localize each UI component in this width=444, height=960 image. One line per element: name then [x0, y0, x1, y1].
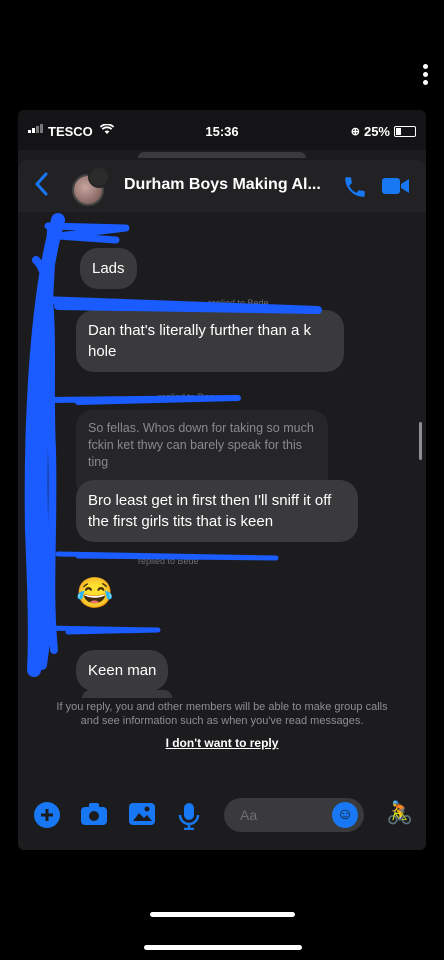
back-chevron-icon[interactable] — [34, 172, 48, 200]
message-bubble[interactable]: Dan that's literally further than a k ho… — [76, 310, 344, 372]
gallery-icon[interactable] — [128, 802, 156, 831]
message-list[interactable]: Lads replied to Bede Dan that's literall… — [18, 212, 426, 698]
dont-want-to-reply-link[interactable]: I don't want to reply — [166, 736, 279, 750]
group-avatar-secondary — [88, 166, 110, 188]
phone-icon[interactable] — [342, 174, 368, 200]
quick-reaction-emoji[interactable]: 🚴 — [386, 800, 413, 826]
sheet-edge — [138, 152, 306, 158]
message-bubble[interactable]: Lads — [80, 248, 137, 289]
scrollbar[interactable] — [419, 422, 422, 460]
more-options-icon[interactable] — [422, 64, 428, 88]
laughing-emoji[interactable]: 😂 — [76, 576, 113, 611]
reply-label: replied to Bede — [208, 298, 269, 308]
video-camera-icon[interactable] — [382, 176, 410, 196]
microphone-icon[interactable] — [178, 802, 200, 835]
messenger-screen: TESCO 15:36 ⊕ 25% Durham Boys Making Al.… — [18, 110, 426, 850]
message-input-placeholder: Aa — [240, 807, 258, 823]
plus-icon[interactable] — [34, 802, 60, 833]
composer-bar: Aa ☺ 🚴 — [18, 790, 426, 840]
partial-bubble — [82, 690, 172, 698]
reply-label: replied to Bede — [138, 556, 199, 566]
message-bubble[interactable]: Keen man — [76, 650, 169, 691]
status-bar: TESCO 15:36 ⊕ 25% — [18, 110, 426, 150]
home-indicator[interactable] — [144, 945, 302, 950]
conversation-header: Durham Boys Making Al... — [18, 160, 426, 212]
battery-icon — [394, 126, 416, 137]
rotation-lock-icon: ⊕ — [350, 126, 360, 138]
camera-icon[interactable] — [80, 802, 108, 831]
battery-percent: 25% — [363, 124, 390, 139]
message-bubble[interactable]: Bro least get in first then I'll sniff i… — [76, 480, 358, 542]
notice-text: If you reply, you and other members will… — [56, 701, 388, 727]
inner-home-indicator — [150, 912, 295, 917]
reply-permission-notice: If you reply, you and other members will… — [18, 700, 426, 752]
reply-label: replied to Dan — [158, 392, 215, 402]
emoji-picker-icon[interactable]: ☺ — [332, 802, 358, 828]
conversation-title[interactable]: Durham Boys Making Al... — [124, 176, 321, 194]
